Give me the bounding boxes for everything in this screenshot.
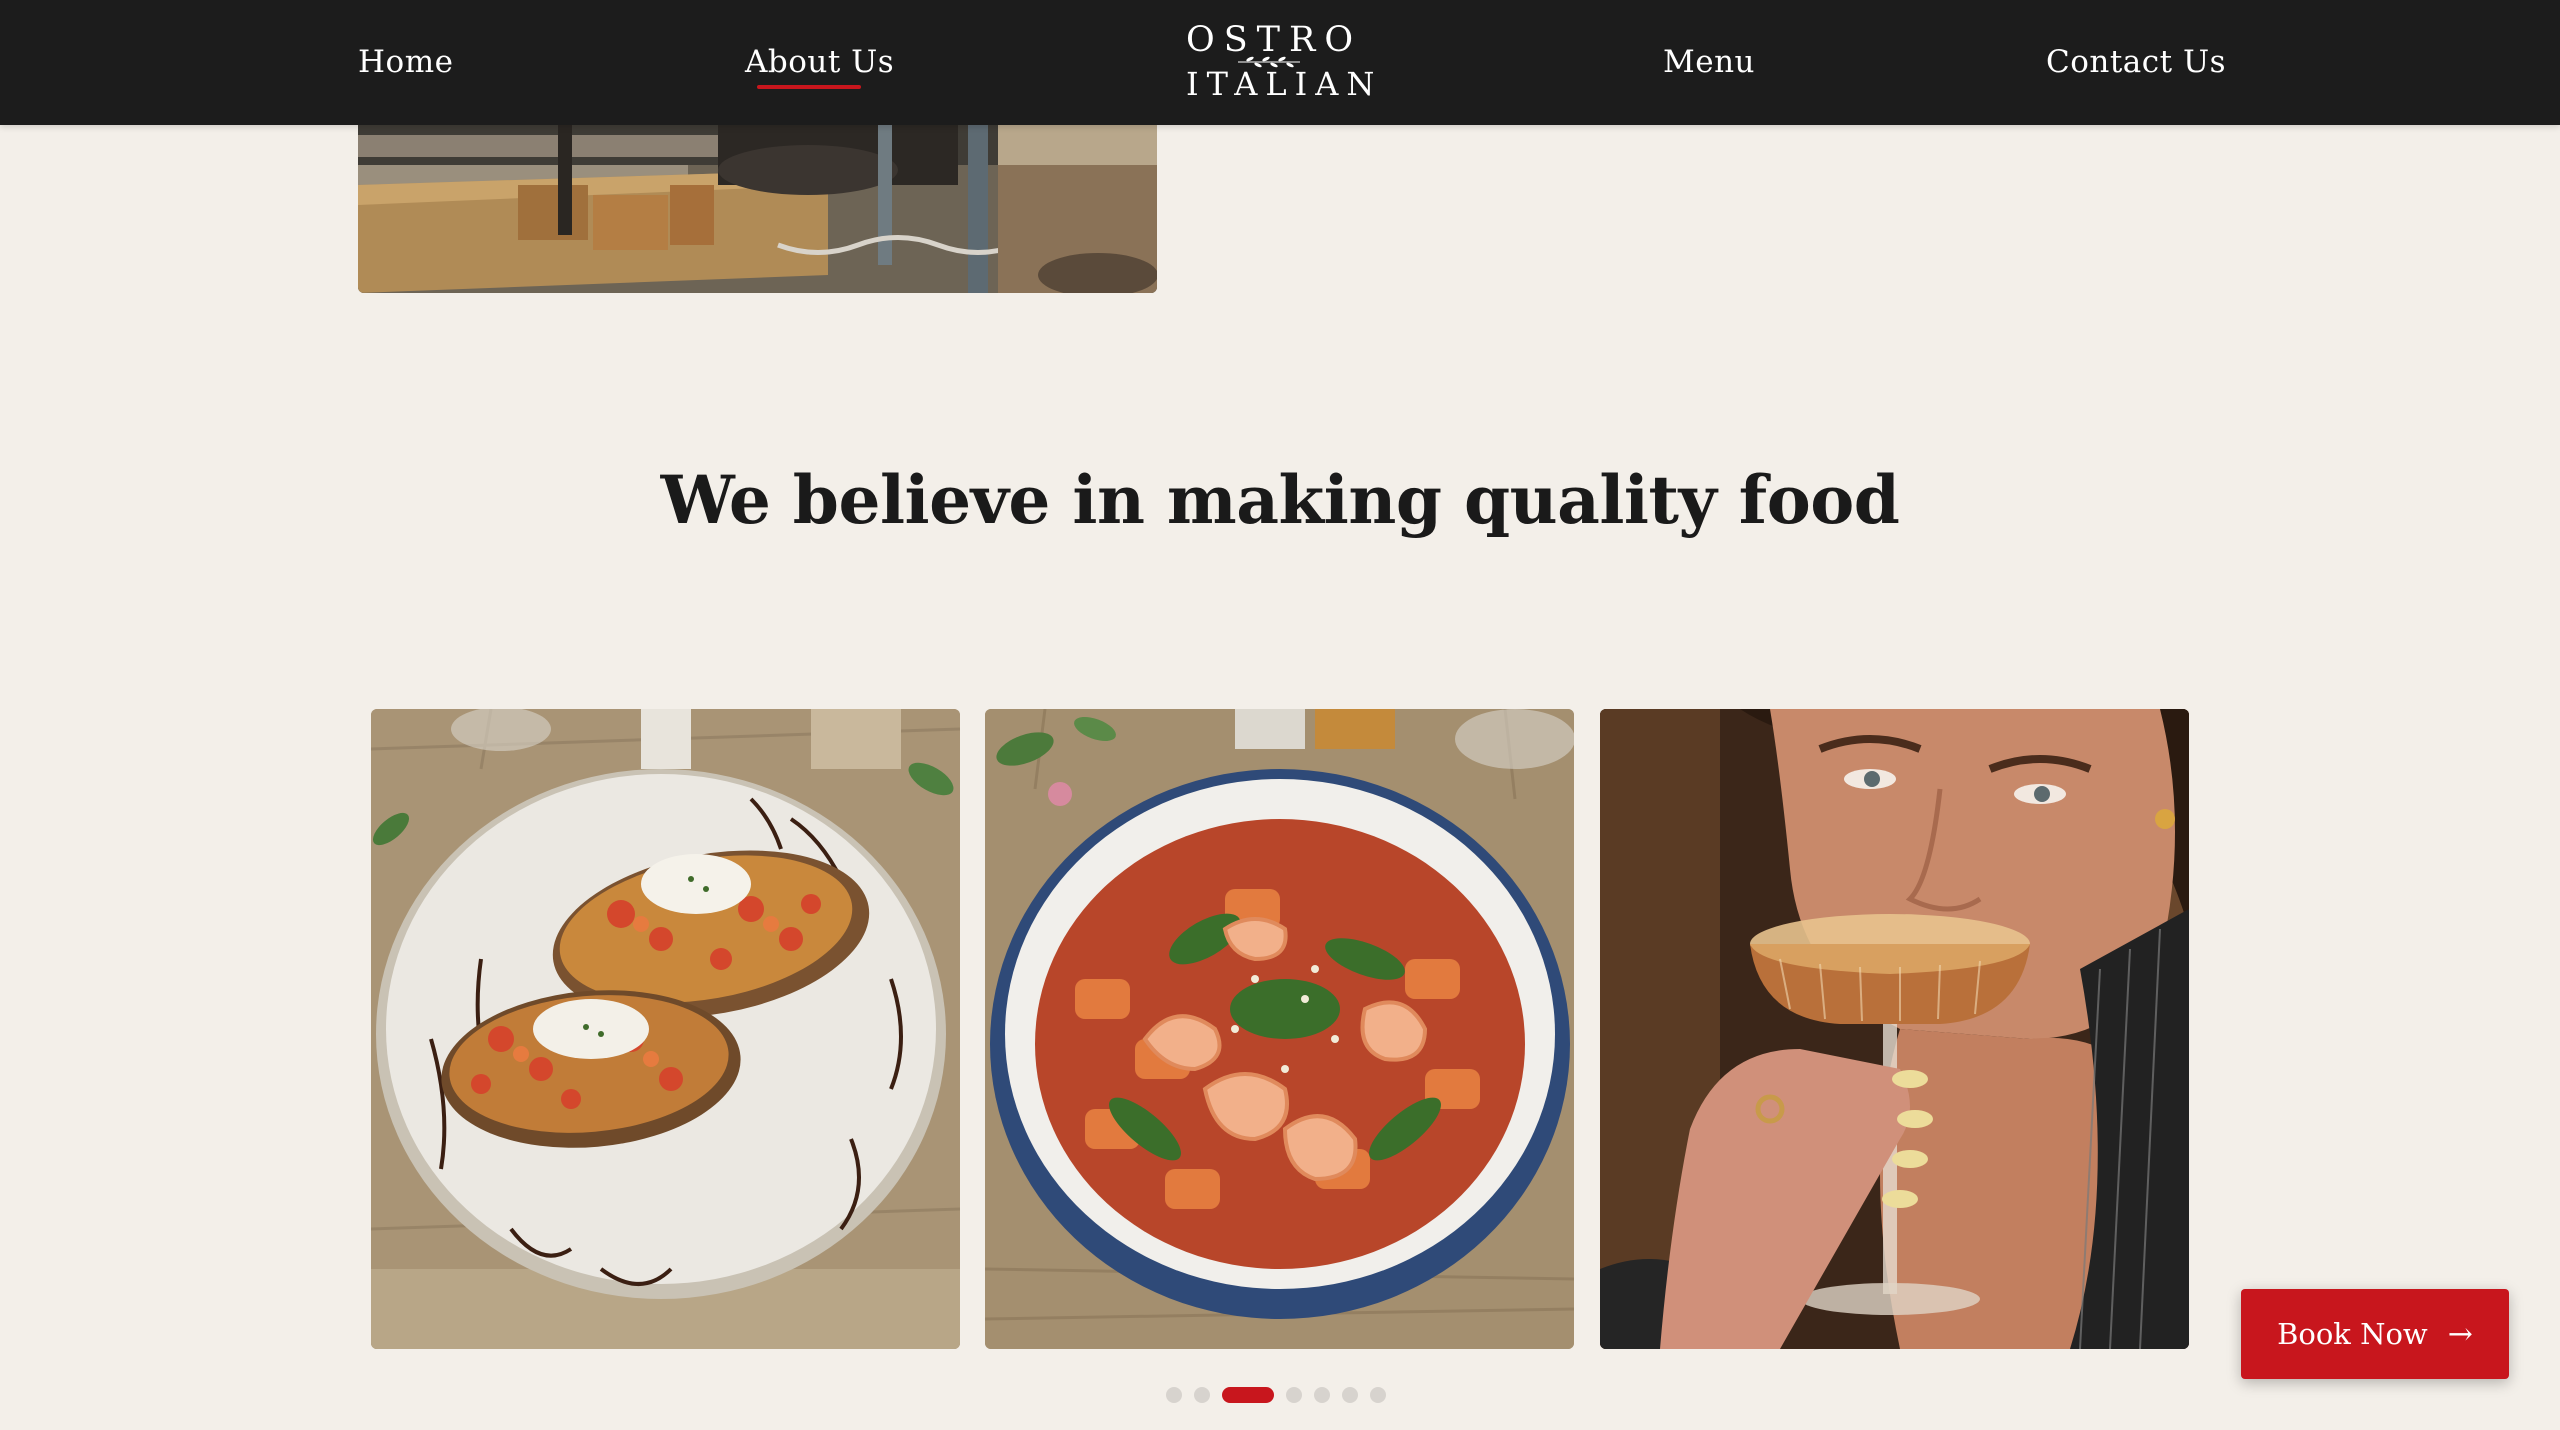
olive-branch-icon (1238, 56, 1300, 68)
nav-contact-link[interactable]: Contact Us (2046, 40, 2226, 84)
carousel-dot[interactable] (1314, 1387, 1330, 1403)
site-logo[interactable]: OSTRO ITALIAN (1186, 20, 1383, 105)
book-now-label: Book Now (2277, 1317, 2428, 1351)
book-now-button[interactable]: Book Now → (2241, 1289, 2509, 1379)
arrow-right-icon: → (2447, 1316, 2473, 1352)
active-nav-underline (757, 85, 861, 89)
carousel-dot[interactable] (1370, 1387, 1386, 1403)
restaurant-exterior-photo (358, 125, 1157, 293)
nav-about-link[interactable]: About Us (745, 40, 894, 84)
carousel-dot[interactable] (1286, 1387, 1302, 1403)
logo-line-1: OSTRO (1186, 20, 1363, 60)
logo-line-2: ITALIAN (1186, 65, 1383, 103)
nav-menu-link[interactable]: Menu (1663, 40, 1755, 84)
nav-home-link[interactable]: Home (358, 40, 453, 84)
carousel-dot-active[interactable] (1222, 1387, 1274, 1403)
carousel-slide-cocktail[interactable] (1600, 709, 2189, 1349)
carousel-dot[interactable] (1166, 1387, 1182, 1403)
site-header: Home About Us OSTRO ITALIAN Menu Contact… (0, 0, 2560, 125)
restaurant-exterior-illustration (358, 125, 1157, 293)
carousel-dot[interactable] (1194, 1387, 1210, 1403)
carousel-slide-bruschetta[interactable] (371, 709, 960, 1349)
carousel-dot[interactable] (1342, 1387, 1358, 1403)
carousel-pagination (1166, 1387, 1386, 1403)
gnocchi-prawns-photo (985, 709, 1574, 1349)
woman-cocktail-photo (1600, 709, 2189, 1349)
carousel-slide-gnocchi-prawns[interactable] (985, 709, 1574, 1349)
bruschetta-photo (371, 709, 960, 1349)
section-title: We believe in making quality food (660, 461, 1900, 539)
